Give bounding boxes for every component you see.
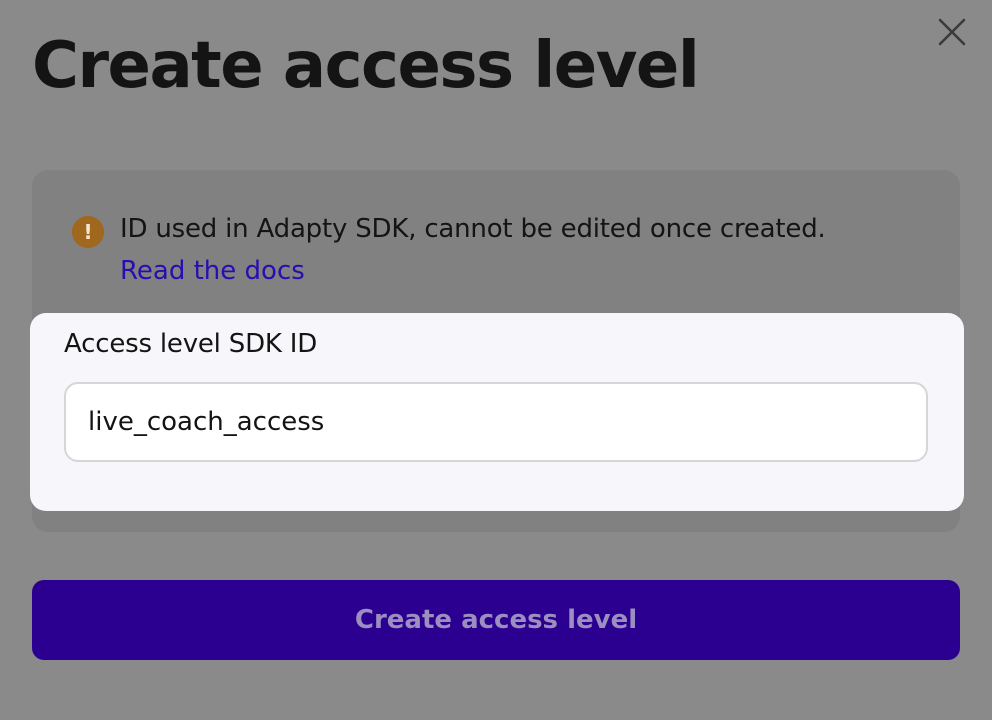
sdk-id-input[interactable] [64, 382, 928, 462]
sdk-id-field-card: Access level SDK ID [30, 313, 964, 511]
sdk-id-label: Access level SDK ID [64, 329, 318, 359]
notice-text: ID used in Adapty SDK, cannot be edited … [120, 214, 826, 244]
close-icon [938, 18, 966, 46]
create-access-level-button[interactable]: Create access level [32, 580, 960, 660]
warning-icon: ! [72, 216, 104, 248]
read-docs-link[interactable]: Read the docs [120, 252, 305, 290]
dialog-title: Create access level [32, 29, 700, 103]
close-button[interactable] [932, 12, 972, 52]
create-access-level-dialog: Create access level ! ID used in Adapty … [0, 0, 992, 720]
